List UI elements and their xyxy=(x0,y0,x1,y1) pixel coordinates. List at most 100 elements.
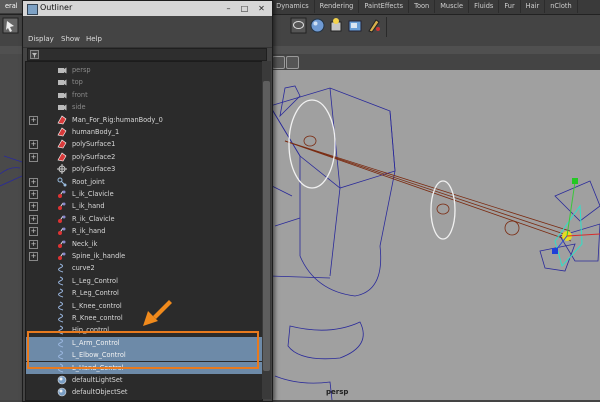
shelf-tab-toon[interactable]: Toon xyxy=(409,0,436,13)
outliner-item-label: curve2 xyxy=(72,264,95,273)
outliner-item[interactable]: side xyxy=(26,101,262,113)
maximize-button[interactable]: □ xyxy=(237,3,252,14)
render-shelf-icon[interactable] xyxy=(347,17,364,34)
close-button[interactable]: ✕ xyxy=(254,3,269,14)
outliner-item-label: R_ik_hand xyxy=(72,227,106,236)
camera-icon xyxy=(57,90,67,100)
outliner-item-label: L_Hand_Control xyxy=(72,363,124,372)
outliner-item-label: Hip_control xyxy=(72,326,110,335)
outliner-window[interactable]: Outliner – □ ✕ Display Show Help persp to… xyxy=(22,0,273,402)
shelf-tab-rendering[interactable]: Rendering xyxy=(315,0,360,13)
outliner-item-label: L_ik_Clavicle xyxy=(72,190,114,198)
outliner-item[interactable]: L_Hand_Control xyxy=(26,361,262,374)
transform-icon xyxy=(57,164,67,175)
light-shelf-icon[interactable] xyxy=(328,17,345,34)
outliner-item[interactable]: + L_ik_hand xyxy=(26,200,262,212)
outliner-item[interactable]: + Spine_ik_handle xyxy=(26,250,262,262)
expand-toggle-icon[interactable]: + xyxy=(29,239,38,249)
outliner-item[interactable]: curve2 xyxy=(26,262,262,274)
filter-icon xyxy=(30,50,39,59)
outliner-item-label: R_ik_Clavicle xyxy=(72,214,115,223)
lasso-tool-icon[interactable] xyxy=(290,17,307,34)
outliner-filter-field[interactable] xyxy=(27,48,267,61)
expand-toggle-icon[interactable]: + xyxy=(29,202,38,212)
mesh-icon xyxy=(57,152,67,162)
mesh-icon xyxy=(57,139,67,149)
curve-icon xyxy=(57,263,67,273)
outliner-item[interactable]: + L_ik_Clavicle xyxy=(26,188,262,200)
outliner-item-label: L_Knee_control xyxy=(72,301,122,310)
outliner-title: Outliner xyxy=(40,3,73,12)
shelf-tab-eral[interactable]: eral xyxy=(0,0,24,13)
outliner-title-bar[interactable]: Outliner – □ ✕ xyxy=(23,1,272,16)
shelf-tab-fur[interactable]: Fur xyxy=(499,0,521,13)
ik-handle-icon xyxy=(57,251,67,261)
outliner-item[interactable]: humanBody_1 xyxy=(26,126,262,138)
expand-toggle-icon[interactable]: + xyxy=(29,252,38,261)
expand-toggle-icon[interactable]: + xyxy=(29,227,38,237)
camera-name-label: persp xyxy=(326,388,349,396)
annotation-arrow-icon xyxy=(143,300,172,326)
menu-help[interactable]: Help xyxy=(86,35,102,43)
outliner-item-label: persp xyxy=(72,66,91,74)
outliner-item[interactable]: polySurface3 xyxy=(26,163,262,175)
outliner-scrollbar[interactable] xyxy=(262,61,271,399)
outliner-item[interactable]: + R_ik_Clavicle xyxy=(26,213,262,225)
outliner-item[interactable]: front xyxy=(26,89,262,101)
outliner-item[interactable]: + polySurface1 xyxy=(26,138,262,150)
outliner-item[interactable]: + Man_For_Rig:humanBody_0 xyxy=(26,114,262,126)
shelf-tab-muscle[interactable]: Muscle xyxy=(435,0,470,13)
expand-toggle-icon[interactable]: + xyxy=(29,177,38,187)
expand-toggle-icon[interactable]: + xyxy=(29,214,38,224)
outliner-item[interactable]: + polySurface2 xyxy=(26,151,262,163)
outliner-node-list[interactable]: persp top front side + Man_For_Rig:humanBody_… xyxy=(25,61,263,401)
paint-shelf-icon[interactable] xyxy=(366,17,383,34)
sphere-shelf-icon[interactable] xyxy=(309,17,326,34)
mesh-icon xyxy=(57,127,67,137)
shelf-tab-dynamics[interactable]: Dynamics xyxy=(271,0,315,13)
outliner-item-label: polySurface2 xyxy=(72,152,116,161)
ik-handle-icon xyxy=(57,226,67,236)
menu-display[interactable]: Display xyxy=(28,35,54,43)
outliner-item-label: top xyxy=(72,78,83,87)
shelf-tab-ncloth[interactable]: nCloth xyxy=(545,0,578,13)
ik-handle-icon xyxy=(57,201,67,211)
expand-toggle-icon[interactable]: + xyxy=(29,152,38,162)
outliner-item[interactable]: defaultLightSet xyxy=(26,374,262,386)
outliner-item[interactable]: persp xyxy=(26,64,262,76)
outliner-item-label: Man_For_Rig:humanBody_0 xyxy=(72,115,163,124)
outliner-search-input[interactable] xyxy=(42,50,262,59)
outliner-item[interactable]: L_Elbow_Control xyxy=(26,349,262,362)
expand-toggle-icon[interactable]: + xyxy=(29,140,38,150)
outliner-item[interactable]: + Root_joint xyxy=(26,176,262,188)
outliner-item-label: Neck_ik xyxy=(72,239,98,248)
minimize-button[interactable]: – xyxy=(221,3,236,14)
outliner-item[interactable]: + R_ik_hand xyxy=(26,225,262,237)
shelf-tab-painteffects[interactable]: PaintEffects xyxy=(359,0,410,13)
outliner-item-label: L_Leg_Control xyxy=(72,276,118,285)
shelf-tab-hair[interactable]: Hair xyxy=(521,0,546,13)
menu-show[interactable]: Show xyxy=(61,35,80,43)
outliner-item[interactable]: L_Leg_Control xyxy=(26,275,262,287)
outliner-item-label: front xyxy=(72,90,88,99)
outliner-item[interactable]: top xyxy=(26,76,262,88)
ik-handle-icon xyxy=(57,214,67,224)
shelf-tab-fluids[interactable]: Fluids xyxy=(469,0,500,13)
outliner-item[interactable]: L_Arm_Control xyxy=(26,336,262,349)
expand-toggle-icon[interactable]: + xyxy=(29,115,38,125)
outliner-item-label: L_Arm_Control xyxy=(72,338,120,347)
outliner-item-label: Root_joint xyxy=(72,177,105,186)
camera-icon xyxy=(57,77,67,87)
outliner-item-label: polySurface3 xyxy=(72,165,116,174)
curve-icon xyxy=(57,288,67,298)
expand-toggle-icon[interactable]: + xyxy=(29,190,38,199)
select-tool-icon[interactable] xyxy=(2,17,19,34)
camera-icon xyxy=(57,65,67,75)
outliner-menu-bar: Display Show Help xyxy=(23,33,272,48)
outliner-window-icon xyxy=(27,4,38,15)
mesh-icon xyxy=(57,115,67,125)
outliner-item[interactable]: defaultObjectSet xyxy=(26,386,262,398)
scrollbar-thumb[interactable] xyxy=(263,81,270,371)
outliner-item[interactable]: + Neck_ik xyxy=(26,238,262,250)
curve-icon xyxy=(57,338,67,348)
